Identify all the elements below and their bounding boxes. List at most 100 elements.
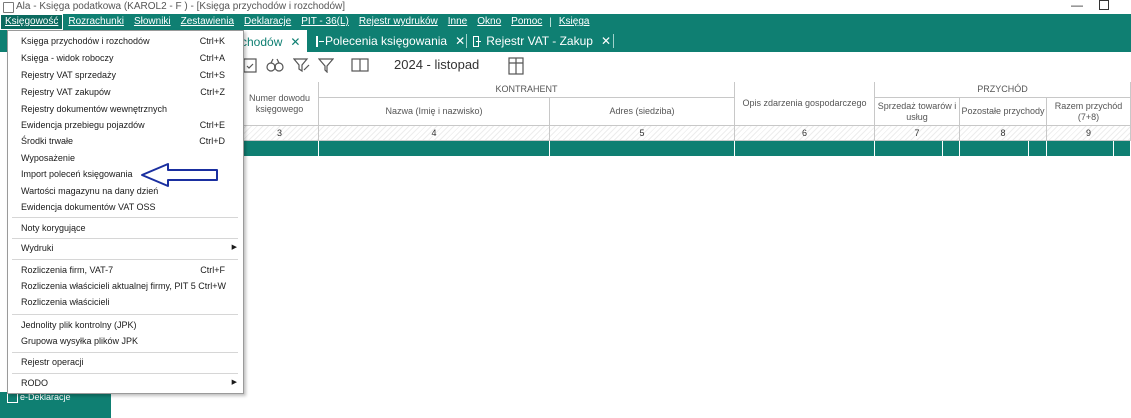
menu-item-shortcut: Ctrl+A (199, 53, 225, 63)
menu-item-shortcut: Ctrl+S (199, 70, 225, 80)
menu-ksiega[interactable]: Księga (554, 14, 595, 30)
menu-item-rozliczenia-wlascicieli[interactable]: Rozliczenia właścicieli (8, 294, 243, 310)
window-title: Ala - Księga podatkowa (KAROL2 - F ) - [… (16, 1, 346, 12)
header-sprzedaz[interactable]: Sprzedaż towarów i usług (875, 98, 960, 126)
book-icon[interactable] (351, 57, 369, 78)
menu-item-label: Wartości magazynu na dany dzień (21, 186, 159, 196)
table-row-cell[interactable] (1047, 141, 1114, 156)
menu-item-label: Rozliczenia firm, VAT-7 (21, 265, 114, 275)
menu-item-label: RODO (21, 378, 48, 388)
table-row-cell[interactable] (943, 141, 960, 156)
column-number: 4 (319, 126, 550, 141)
column-number: 8 (960, 126, 1047, 141)
menu-item-wydruki[interactable]: Wydruki ▶ (8, 240, 243, 256)
tab-ksiega-przychodow[interactable]: chodów ✕ (238, 30, 307, 53)
tab-polecenia-ksiegowania[interactable]: Polecenia księgowania ✕ (316, 30, 467, 52)
sidebar-item-e-deklaracje[interactable]: e-Deklaracje (0, 392, 111, 418)
menu-item-rejestry-vat-zakupow[interactable]: Rejestry VAT zakupów Ctrl+Z (8, 84, 243, 100)
menu-item-grupowa-wysylka-jpk[interactable]: Grupowa wysyłka plików JPK (8, 333, 243, 349)
menu-separator: | (549, 16, 552, 28)
menu-item-shortcut: Ctrl+Z (200, 87, 225, 97)
header-opis[interactable]: Opis zdarzenia gospodarczego (735, 82, 875, 126)
menu-item-label: Import poleceń księgowania (21, 169, 133, 179)
menu-pomoc[interactable]: Pomoc (506, 14, 547, 30)
title-bar: Ala - Księga podatkowa (KAROL2 - F ) - [… (0, 0, 1131, 14)
menu-zestawienia[interactable]: Zestawienia (176, 14, 239, 30)
minimize-icon[interactable]: — (1071, 0, 1083, 12)
menu-item-ksiega-przychodow[interactable]: Księga przychodów i rozchodów Ctrl+K (8, 33, 243, 49)
table-row-cell[interactable] (735, 141, 875, 156)
menu-item-shortcut: Ctrl+K (199, 36, 225, 46)
menu-item-label: Środki trwałe (21, 136, 74, 146)
close-icon[interactable]: ✕ (290, 35, 300, 49)
header-pozostale[interactable]: Pozostałe przychody (960, 98, 1047, 126)
menu-item-rozliczenia-firm[interactable]: Rozliczenia firm, VAT-7 Ctrl+F (8, 262, 243, 278)
menu-bar: Księgowość Rozrachunki Słowniki Zestawie… (0, 14, 1131, 30)
column-number: 7 (875, 126, 960, 141)
header-przychod: PRZYCHÓD (875, 82, 1131, 98)
header-kontrahent: KONTRAHENT (319, 82, 735, 98)
menu-item-label: Grupowa wysyłka plików JPK (21, 336, 139, 346)
menu-ksiegowosc[interactable]: Księgowość (0, 14, 64, 30)
menu-okno[interactable]: Okno (472, 14, 506, 30)
table-row-cell[interactable] (1114, 141, 1131, 156)
tab-divider (466, 34, 467, 48)
header-numer-dowodu[interactable]: Numer dowodu księgowego (241, 82, 319, 126)
table-row-cell[interactable] (1029, 141, 1047, 156)
menu-item-shortcut: Ctrl+F (200, 265, 225, 275)
menu-deklaracje[interactable]: Deklaracje (239, 14, 296, 30)
menu-pit36[interactable]: PIT - 36(L) (296, 14, 354, 30)
table-row-cell[interactable] (960, 141, 1029, 156)
menu-item-label: Ewidencja dokumentów VAT OSS (21, 202, 156, 212)
document-icon (473, 35, 482, 47)
menu-item-label: Rejestry VAT sprzedaży (21, 70, 117, 80)
menu-item-label: Rejestr operacji (21, 357, 84, 367)
table-row-cell[interactable] (319, 141, 550, 156)
close-icon[interactable]: ✕ (601, 34, 611, 48)
filter-edit-icon[interactable] (292, 57, 311, 78)
column-number: 3 (241, 126, 319, 141)
menu-rozrachunki[interactable]: Rozrachunki (63, 14, 129, 30)
table-row-cell[interactable] (875, 141, 943, 156)
calendar-check-icon[interactable] (243, 57, 257, 78)
menu-item-ksiega-widok-roboczy[interactable]: Księga - widok roboczy Ctrl+A (8, 50, 243, 66)
menu-item-ewidencja-pojazdow[interactable]: Ewidencja przebiegu pojazdów Ctrl+E (8, 117, 243, 133)
filter-icon[interactable] (317, 57, 335, 78)
columns-icon[interactable] (508, 57, 524, 80)
tab-rejestr-vat-zakup[interactable]: Rejestr VAT - Zakup ✕ (473, 30, 614, 52)
menu-item-srodki-trwale[interactable]: Środki trwałe Ctrl+D (8, 133, 243, 149)
menu-item-rejestry-dokumentow[interactable]: Rejestry dokumentów wewnętrznych (8, 101, 243, 117)
table-row-cell[interactable] (241, 141, 319, 156)
menu-item-label: Wydruki (21, 243, 54, 253)
menu-item-rozliczenia-wlascicieli-aktualnej[interactable]: Rozliczenia właścicieli aktualnej firmy,… (8, 278, 243, 294)
menu-item-rejestry-vat-sprzedazy[interactable]: Rejestry VAT sprzedaży Ctrl+S (8, 67, 243, 83)
tab-divider (613, 34, 614, 48)
header-adres[interactable]: Adres (siedziba) (550, 98, 735, 126)
menu-item-label: Rozliczenia właścicieli aktualnej firmy,… (21, 281, 226, 291)
submenu-arrow-icon: ▶ (231, 244, 237, 251)
menu-separator (12, 238, 238, 239)
menu-item-rejestr-operacji[interactable]: Rejestr operacji (8, 354, 243, 370)
maximize-icon[interactable] (1099, 0, 1109, 10)
menu-inne[interactable]: Inne (443, 14, 472, 30)
menu-item-ewidencja-vat-oss[interactable]: Ewidencja dokumentów VAT OSS (8, 199, 243, 215)
menu-item-label: Jednolity plik kontrolny (JPK) (21, 320, 137, 330)
period-label[interactable]: 2024 - listopad (394, 57, 479, 72)
menu-item-label: Wyposażenie (21, 153, 75, 163)
tab-label: Rejestr VAT - Zakup (486, 34, 593, 48)
menu-separator (12, 373, 238, 374)
table-row-cell[interactable] (550, 141, 735, 156)
header-razem[interactable]: Razem przychód (7+8) (1047, 98, 1131, 126)
menu-slowniki[interactable]: Słowniki (129, 14, 176, 30)
close-icon[interactable]: ✕ (455, 34, 465, 48)
menu-separator (12, 352, 238, 353)
header-nazwa[interactable]: Nazwa (Imię i nazwisko) (319, 98, 550, 126)
menu-item-noty-korygujace[interactable]: Noty korygujące (8, 220, 243, 236)
menu-item-rodo[interactable]: RODO ▶ (8, 375, 243, 391)
submenu-arrow-icon: ▶ (231, 379, 237, 386)
binoculars-icon[interactable] (266, 57, 284, 78)
menu-item-jpk[interactable]: Jednolity plik kontrolny (JPK) (8, 317, 243, 333)
menu-separator (12, 217, 238, 218)
menu-rejestr-wydrukow[interactable]: Rejestr wydruków (354, 14, 443, 30)
document-icon (316, 35, 324, 47)
